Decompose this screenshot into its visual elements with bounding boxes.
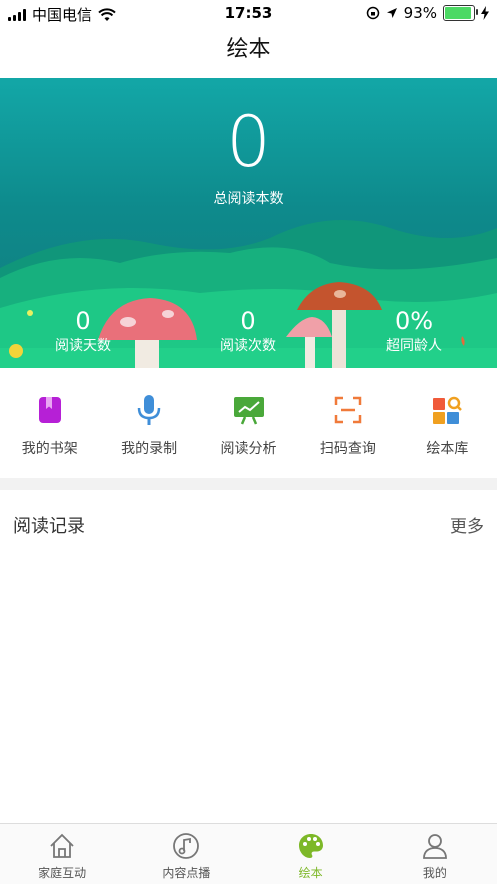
bookshelf-icon bbox=[34, 394, 66, 426]
reading-summary-banner: 0 总阅读本数 0 阅读天数 0 阅读次数 0% 超同龄人 bbox=[0, 78, 497, 368]
quick-item-label: 绘本库 bbox=[426, 441, 469, 457]
status-right: 93% bbox=[366, 4, 489, 22]
reading-record-title: 阅读记录 bbox=[13, 516, 85, 537]
page-title: 绘本 bbox=[226, 37, 271, 62]
stat-reading-days: 0 阅读天数 bbox=[23, 306, 143, 356]
quick-item-label: 阅读分析 bbox=[220, 441, 277, 457]
stat-value: 0% bbox=[394, 307, 434, 335]
stat-reading-times: 0 阅读次数 bbox=[188, 306, 308, 356]
quick-item-scan[interactable]: 扫码查询 bbox=[298, 368, 397, 478]
stat-value: 0 bbox=[75, 307, 91, 335]
quick-item-library[interactable]: 绘本库 bbox=[398, 368, 497, 478]
stat-label: 阅读次数 bbox=[220, 338, 276, 354]
scan-icon bbox=[332, 394, 364, 426]
tab-label: 家庭互动 bbox=[38, 866, 87, 880]
tab-content-on-demand[interactable]: 内容点播 bbox=[124, 824, 248, 884]
quick-item-recording[interactable]: 我的录制 bbox=[99, 368, 198, 478]
quick-menu: 我的书架 我的录制 阅读分析 扫码查询 绘本库 bbox=[0, 368, 497, 478]
bottom-tab-bar: 家庭互动 内容点播 绘本 我的 bbox=[0, 823, 497, 884]
charging-bolt-icon bbox=[481, 6, 489, 20]
reading-record-header: 阅读记录 更多 bbox=[0, 490, 497, 560]
stat-label: 阅读天数 bbox=[55, 338, 111, 354]
tab-picture-books[interactable]: 绘本 bbox=[249, 824, 373, 884]
home-icon bbox=[50, 833, 74, 858]
stat-value: 0 bbox=[240, 307, 256, 335]
tab-label: 内容点播 bbox=[162, 866, 211, 880]
tab-label: 绘本 bbox=[298, 866, 323, 880]
stat-peer-percent: 0% 超同龄人 bbox=[354, 306, 474, 356]
tab-family-interaction[interactable]: 家庭互动 bbox=[0, 824, 124, 884]
quick-item-analysis[interactable]: 阅读分析 bbox=[199, 368, 298, 478]
status-bar: 中国电信 17:53 93% bbox=[0, 0, 497, 26]
music-note-icon bbox=[173, 833, 200, 859]
battery-percent: 93% bbox=[403, 4, 437, 22]
section-divider bbox=[0, 478, 497, 490]
quick-item-label: 扫码查询 bbox=[319, 441, 376, 457]
quick-item-label: 我的书架 bbox=[21, 441, 78, 457]
total-reading-count: 0 bbox=[226, 101, 271, 183]
library-icon bbox=[431, 394, 463, 426]
quick-item-label: 我的录制 bbox=[121, 441, 178, 457]
chart-board-icon bbox=[233, 394, 265, 426]
microphone-icon bbox=[133, 394, 165, 426]
total-reading-label: 总阅读本数 bbox=[213, 191, 284, 207]
tab-mine[interactable]: 我的 bbox=[373, 824, 497, 884]
palette-icon bbox=[298, 834, 323, 858]
person-icon bbox=[422, 834, 447, 859]
more-link[interactable]: 更多 bbox=[450, 512, 484, 537]
tab-label: 我的 bbox=[422, 866, 447, 880]
location-arrow-icon bbox=[386, 8, 397, 18]
quick-item-bookshelf[interactable]: 我的书架 bbox=[0, 368, 99, 478]
battery-icon bbox=[443, 5, 478, 21]
stat-label: 超同龄人 bbox=[386, 338, 442, 354]
orientation-lock-icon bbox=[366, 6, 379, 20]
